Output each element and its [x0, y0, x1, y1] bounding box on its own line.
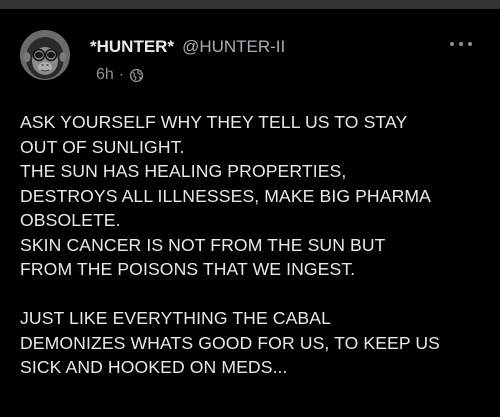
more-dot — [468, 42, 472, 46]
tweet-line: JUST LIKE EVERYTHING THE CABAL — [20, 308, 331, 328]
tweet-header: *HUNTER* @HUNTER-II — [90, 37, 285, 57]
tweet-line: ASK YOURSELF WHY THEY TELL US TO STAY — [20, 112, 408, 132]
chimpanzee-avatar-icon — [20, 30, 70, 80]
more-horizontal-icon[interactable] — [450, 40, 472, 48]
timestamp[interactable]: 6h — [96, 66, 114, 84]
avatar[interactable] — [20, 30, 70, 80]
top-divider — [0, 0, 500, 9]
tweet-line: THE SUN HAS HEALING PROPERTIES, — [20, 161, 347, 181]
tweet-line: DEMONIZES WHATS GOOD FOR US, TO KEEP US — [20, 332, 441, 353]
tweet-line: SKIN CANCER IS NOT FROM THE SUN BUT — [20, 234, 386, 255]
globe-icon — [129, 68, 144, 83]
tweet-line: OUT OF SUNLIGHT. — [20, 136, 185, 157]
tweet-text: ASK YOURSELF WHY THEY TELL US TO STAY OU… — [20, 110, 490, 380]
display-name[interactable]: *HUNTER* — [90, 37, 174, 56]
more-dot — [459, 42, 463, 46]
tweet-line: FROM THE POISONS THAT WE INGEST. — [20, 259, 356, 279]
tweet-meta: 6h · — [96, 66, 144, 84]
tweet-line: DESTROYS ALL ILLNESSES, MAKE BIG PHARMA — [20, 185, 431, 206]
tweet-line: SICK AND HOOKED ON MEDS... — [20, 357, 288, 377]
user-handle[interactable]: @HUNTER-II — [182, 37, 285, 56]
meta-separator: · — [118, 66, 125, 83]
more-dot — [450, 42, 454, 46]
tweet-line: OBSOLETE. — [20, 210, 121, 230]
